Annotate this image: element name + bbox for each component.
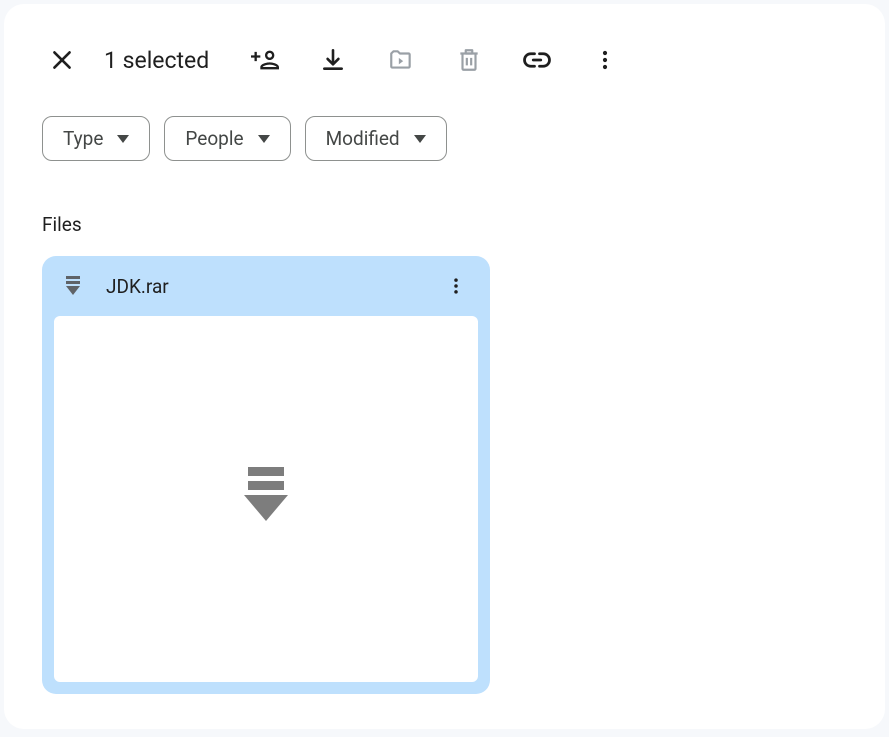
- file-card[interactable]: JDK.rar: [42, 256, 490, 694]
- chevron-down-icon: [117, 135, 129, 143]
- chevron-down-icon: [414, 135, 426, 143]
- filter-people-label: People: [185, 127, 243, 150]
- filter-modified-label: Modified: [326, 127, 400, 150]
- more-icon[interactable]: [585, 40, 625, 80]
- link-icon[interactable]: [517, 40, 557, 80]
- files-heading: Files: [42, 213, 847, 236]
- filter-people[interactable]: People: [164, 116, 290, 161]
- file-preview: [54, 316, 478, 682]
- archive-preview-icon: [242, 467, 290, 531]
- close-icon[interactable]: [42, 40, 82, 80]
- main-panel: 1 selected Type People Modified: [4, 4, 885, 729]
- trash-icon: [449, 40, 489, 80]
- filter-row: Type People Modified: [42, 116, 847, 161]
- move-icon: [381, 40, 421, 80]
- file-header: JDK.rar: [42, 256, 490, 316]
- filter-type[interactable]: Type: [42, 116, 150, 161]
- file-name: JDK.rar: [106, 275, 416, 298]
- selection-toolbar: 1 selected: [42, 40, 847, 80]
- selected-count: 1 selected: [104, 47, 209, 74]
- download-icon[interactable]: [313, 40, 353, 80]
- chevron-down-icon: [258, 135, 270, 143]
- share-icon[interactable]: [245, 40, 285, 80]
- filter-modified[interactable]: Modified: [305, 116, 447, 161]
- archive-icon: [64, 276, 82, 296]
- filter-type-label: Type: [63, 127, 103, 150]
- file-more-icon[interactable]: [440, 270, 472, 302]
